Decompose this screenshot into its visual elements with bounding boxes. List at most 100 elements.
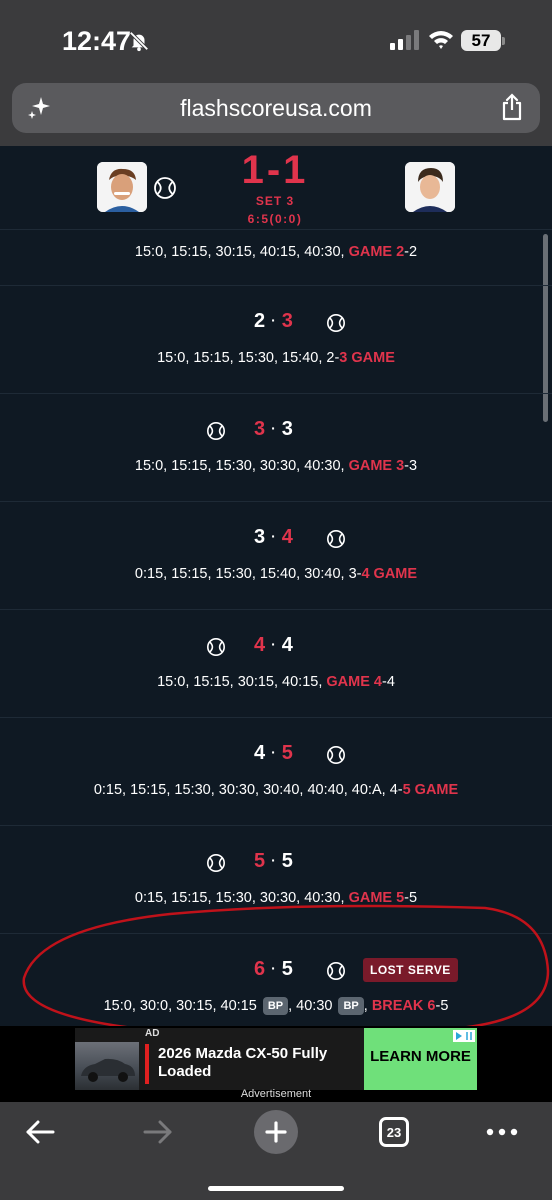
point-sequence: 15:0, 15:15, 30:15, 40:15, <box>157 674 327 690</box>
point-sequence: -5 <box>435 998 449 1014</box>
share-icon[interactable] <box>500 93 524 121</box>
match-detail: 1-1 SET 3 6:5(0:0) 15:0, 15:15, 30:15, 4… <box>0 146 552 1026</box>
player-1-photo <box>97 162 147 212</box>
more-menu-button[interactable] <box>474 1110 530 1154</box>
score-separator: · <box>271 744 276 760</box>
score-separator: · <box>271 960 276 976</box>
score-separator: · <box>271 636 276 652</box>
ad-car-image[interactable] <box>75 1042 139 1090</box>
serving-ball-icon <box>327 962 345 980</box>
game-score-right: 4 <box>281 526 293 548</box>
status-bar: 12:47 57 <box>0 0 552 80</box>
point-by-point: 15:0, 15:15, 15:30, 30:30, 40:30, GAME 3… <box>0 458 552 474</box>
signal-icon <box>390 30 419 50</box>
browser-toolbar: 23 <box>0 1102 552 1200</box>
serving-ball-icon <box>327 746 345 764</box>
game-score-right: 3 <box>281 418 293 440</box>
point-sequence: 0:15, 15:15, 15:30, 30:30, 30:40, 40:40,… <box>93 782 403 798</box>
game-row: 3 · 4 0:15, 15:15, 15:30, 15:40, 30:40, 3-4… <box>0 502 552 610</box>
game-result: 4 GAME <box>361 566 418 582</box>
break-point-badge: BP <box>262 997 289 1015</box>
score-separator: · <box>271 312 276 328</box>
game-result: GAME 5 <box>348 890 405 906</box>
point-sequence: 0:15, 15:15, 15:30, 30:30, 40:30, <box>134 890 349 906</box>
point-by-point: 0:15, 15:15, 15:30, 30:30, 40:30, GAME 5… <box>0 890 552 906</box>
battery-level: 57 <box>461 30 501 51</box>
point-sequence: -4 <box>382 674 395 690</box>
game-score-left: 3 <box>254 418 266 440</box>
game-score-left: 3 <box>254 526 266 548</box>
game-score-left: 2 <box>254 310 266 332</box>
back-button[interactable] <box>12 1110 68 1154</box>
point-by-point: 15:0, 15:15, 30:15, 40:15, GAME 4-4 <box>0 674 552 690</box>
forward-button[interactable] <box>130 1110 186 1154</box>
lost-serve-badge: LOST SERVE <box>363 958 458 982</box>
match-header: 1-1 SET 3 6:5(0:0) <box>0 146 552 230</box>
point-sequence: -5 <box>404 890 418 906</box>
point-sequence: 0:15, 15:15, 15:30, 15:40, 30:40, 3- <box>134 566 362 582</box>
new-tab-circle <box>254 1110 298 1154</box>
game-score-right: 5 <box>281 850 293 872</box>
serving-ball-icon <box>207 422 225 440</box>
score-separator: · <box>271 852 276 868</box>
game-score-left: 4 <box>254 742 266 764</box>
point-by-point: 15:0, 15:15, 30:15, 40:15, 40:30, GAME 2… <box>0 244 552 260</box>
serving-ball-icon <box>207 638 225 656</box>
game-row: 5 · 5 0:15, 15:15, 15:30, 30:30, 40:30, GAM… <box>0 826 552 934</box>
game-score-right: 5 <box>281 742 293 764</box>
set-score: 6:5(0:0) <box>247 212 303 226</box>
game-result: GAME 4 <box>326 674 382 690</box>
game-score: 3 · 4 <box>254 526 293 549</box>
point-sequence: -3 <box>404 458 418 474</box>
address-bar[interactable]: flashscoreusa.com <box>12 83 540 133</box>
game-score: 4 · 5 <box>254 742 293 765</box>
game-score: 6 · 5 <box>254 958 293 981</box>
break-point-badge: BP <box>338 997 364 1015</box>
serving-ball-icon <box>327 314 345 332</box>
point-sequence: 15:0, 15:15, 30:15, 40:15, 40:30, <box>134 244 349 260</box>
point-sequence: -2 <box>404 244 418 260</box>
battery-tip <box>502 37 505 45</box>
point-by-point: 15:0, 15:15, 15:30, 15:40, 2-3 GAME <box>0 350 552 366</box>
game-score: 5 · 5 <box>254 850 293 873</box>
game-row: 4 · 5 0:15, 15:15, 15:30, 30:30, 30:40, 40:… <box>0 718 552 826</box>
serving-ball-icon <box>327 530 345 548</box>
player-1-avatar[interactable] <box>97 162 147 212</box>
game-score-left: 5 <box>254 850 266 872</box>
game-result: GAME 3 <box>348 458 405 474</box>
game-result: GAME 2 <box>348 244 405 260</box>
player-2-avatar[interactable] <box>405 162 455 212</box>
game-score: 4 · 4 <box>254 634 293 657</box>
point-sequence: , 40:30 <box>288 998 337 1014</box>
advertisement-label: Advertisement <box>240 1088 312 1100</box>
new-tab-button[interactable] <box>248 1110 304 1154</box>
back-arrow-icon <box>26 1120 55 1144</box>
game-row: 2 · 3 15:0, 15:15, 15:30, 15:40, 2-3 GAME <box>0 286 552 394</box>
set-label: SET 3 <box>255 194 295 208</box>
more-dots-icon <box>486 1128 518 1136</box>
tabs-button[interactable]: 23 <box>366 1110 422 1154</box>
game-score-left: 6 <box>254 958 266 980</box>
point-sequence: , <box>363 998 372 1014</box>
ad-accent-bar <box>145 1044 149 1084</box>
game-score-right: 4 <box>281 634 293 656</box>
match-score: 1-1 <box>241 148 309 192</box>
url-text: flashscoreusa.com <box>180 95 372 121</box>
game-score-right: 3 <box>281 310 293 332</box>
game-result: BREAK 6 <box>371 998 436 1014</box>
point-by-point: 15:0, 30:0, 30:15, 40:15 BP, 40:30 BP, B… <box>0 997 552 1016</box>
score-separator: · <box>271 528 276 544</box>
game-row: 3 · 3 15:0, 15:15, 15:30, 30:30, 40:30, GAM… <box>0 394 552 502</box>
point-sequence: 15:0, 15:15, 15:30, 30:30, 40:30, <box>134 458 349 474</box>
bell-slash-icon <box>129 31 149 52</box>
game-score-left: 4 <box>254 634 266 656</box>
forward-arrow-icon <box>143 1120 172 1144</box>
game-score: 2 · 3 <box>254 310 293 333</box>
ad-title[interactable]: 2026 Mazda CX-50 Fully Loaded <box>158 1045 358 1081</box>
adchoices-icon[interactable] <box>453 1030 475 1042</box>
ad-container[interactable]: AD 2026 Mazda CX-50 Fully Loaded LEARN M… <box>75 1028 477 1090</box>
game-row: 15:0, 15:15, 30:15, 40:15, 40:30, GAME 2… <box>0 230 552 286</box>
point-by-point: 0:15, 15:15, 15:30, 15:40, 30:40, 3-4 GA… <box>0 566 552 582</box>
ad-label: AD <box>145 1028 160 1039</box>
player-2-photo <box>405 162 455 212</box>
